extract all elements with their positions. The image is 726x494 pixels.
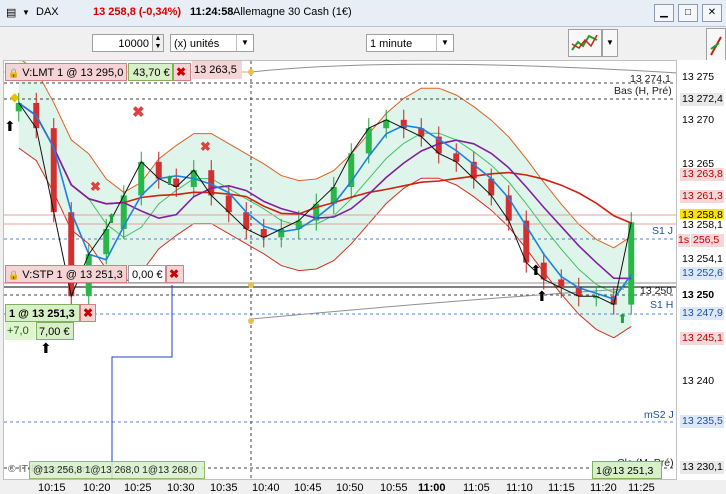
arrow-up-icon: ⬆ xyxy=(164,173,175,188)
chevron-down-icon[interactable]: ▼ xyxy=(236,35,253,51)
chart-icon xyxy=(571,34,598,51)
close-icon: ✖ xyxy=(175,65,187,79)
time-axis-label: 10:20 xyxy=(83,482,111,494)
maximize-icon[interactable]: □ xyxy=(678,4,698,22)
price-axis-label: 13 275 xyxy=(680,71,724,84)
chart-style-button[interactable] xyxy=(568,29,602,57)
time-axis-label: 10:30 xyxy=(167,482,195,494)
price-axis-label: 13 272,4 xyxy=(680,93,724,106)
time-axis-label: 10:50 xyxy=(336,482,364,494)
lock-icon: 🔒 xyxy=(8,68,20,78)
arrow-up-icon: ⬆ xyxy=(530,262,542,278)
timeframe-select[interactable]: 1 minute ▼ xyxy=(366,34,454,52)
time-axis-label: 11:05 xyxy=(463,482,490,494)
ms2j-label: mS2 J xyxy=(644,409,674,421)
instrument-title: Allemagne 30 Cash (1€) xyxy=(233,6,352,18)
price-axis-label: 256,5 xyxy=(691,234,724,247)
s1h-label: S1 H xyxy=(650,299,674,311)
price-axis-label: 13 230,1 xyxy=(680,461,724,474)
toolbar: 10000 ▲ ▼ (x) unités ▼ 1 minute ▼ ▼ xyxy=(0,27,726,59)
chart-style-dropdown[interactable]: ▼ xyxy=(602,29,618,57)
cross-marker-icon: ✖ xyxy=(200,139,211,154)
price-axis-label: 13 270 xyxy=(680,114,724,127)
cross-marker-icon: ✖ xyxy=(90,179,101,194)
chevron-down-icon[interactable]: ▼ xyxy=(436,35,453,51)
position-pnl-value: 7,00 € xyxy=(36,322,74,340)
price-axis-label: 13 263,8 xyxy=(680,168,724,181)
time-axis-label: 10:45 xyxy=(294,482,322,494)
arrow-up-icon: ⬆ xyxy=(4,118,16,134)
arrow-up-icon: ⬆ xyxy=(106,211,117,226)
lock-icon: 🔒 xyxy=(8,270,20,280)
price-axis-label: 13 258,1 xyxy=(680,219,724,232)
pencil-icon xyxy=(710,36,722,56)
time-axis-label: 11:15 xyxy=(548,482,575,494)
time-axis-label: 10:40 xyxy=(252,482,280,494)
time-axis-label: 11:20 xyxy=(590,482,617,494)
menu-icon[interactable]: ▤ xyxy=(6,6,16,19)
price-axis-label: 13 250 xyxy=(680,289,724,302)
limit-price-tag: 13 263,5 xyxy=(192,61,242,79)
stop-pnl-value: 0,00 € xyxy=(128,265,166,283)
unit-select[interactable]: (x) unités ▼ xyxy=(170,34,254,52)
diamond-marker-icon: ◆ xyxy=(10,90,20,104)
price-change: 13 258,8 (-0,34%) xyxy=(93,6,182,18)
sell-limit-order-tag[interactable]: 🔒 V:LMT 1 @ 13 295,0 xyxy=(5,63,127,81)
drawing-tools-button[interactable] xyxy=(706,28,726,62)
position-points: +7,0 xyxy=(5,322,35,340)
instrument-name: DAX xyxy=(36,6,59,18)
quantity-stepper[interactable]: 10000 ▲ ▼ xyxy=(92,34,164,52)
time-axis-label: 11:25 xyxy=(628,482,655,494)
title-bar: ▤ ▼ DAX 13 258,8 (-0,34%) 11:24:58 Allem… xyxy=(0,0,726,27)
price-axis-label: 13 254,1 xyxy=(680,253,724,266)
time-axis-label: 11:10 xyxy=(506,482,533,494)
price-axis-label: 13 245,1 xyxy=(680,332,724,345)
s1j-label: S1 J xyxy=(652,225,674,237)
time-axis-label: 10:15 xyxy=(38,482,66,494)
cancel-limit-button[interactable]: ✖ xyxy=(173,63,191,81)
bottom-order-tag[interactable]: 1@13 251,3 xyxy=(592,461,662,479)
cancel-stop-button[interactable]: ✖ xyxy=(166,265,184,283)
arrow-up-icon: ⬆ xyxy=(617,311,628,326)
close-icon: ✖ xyxy=(168,267,180,281)
position-tag[interactable]: 1 @ 13 251,3 xyxy=(5,304,80,322)
price-axis-label: 13 247,9 xyxy=(680,307,724,320)
level-250-label: 13 250 xyxy=(640,285,673,297)
high-level-label: 13 274,1 xyxy=(630,73,671,85)
minimize-icon[interactable]: ▁ xyxy=(654,4,674,22)
sell-stop-order-tag[interactable]: 🔒 V:STP 1 @ 13 251,3 xyxy=(5,265,127,283)
price-axis-label: 13 252,6 xyxy=(680,267,724,280)
price-axis-label: 13 235,5 xyxy=(680,415,724,428)
price-axis-label: 13 261,3 xyxy=(680,190,724,203)
time-axis-label: 10:25 xyxy=(124,482,152,494)
spin-arrows-icon[interactable]: ▲ ▼ xyxy=(152,35,163,51)
price-axis-label: 13 240 xyxy=(680,375,724,388)
chevron-down-icon[interactable]: ▼ xyxy=(22,8,30,17)
cross-marker-icon: ✖ xyxy=(132,104,145,121)
clock: 11:24:58 xyxy=(190,6,234,18)
bottom-orders-tag[interactable]: @13 256,8 1@13 268,0 1@13 268,0 xyxy=(29,461,205,479)
close-icon[interactable]: ✕ xyxy=(702,4,722,22)
close-position-button[interactable]: ✖ xyxy=(80,304,96,322)
low-prev-label: Bas (H, Pré) xyxy=(614,85,672,97)
arrow-up-icon: ⬆ xyxy=(536,288,548,304)
time-axis-label: 10:55 xyxy=(380,482,408,494)
time-axis-label: 11:00 xyxy=(418,482,446,494)
close-icon: ✖ xyxy=(82,306,94,320)
one-second-label: 1s xyxy=(678,234,690,247)
time-axis-label: 10:35 xyxy=(210,482,238,494)
limit-pnl-value: 43,70 € xyxy=(128,63,173,81)
arrow-up-icon: ⬆ xyxy=(40,340,52,356)
